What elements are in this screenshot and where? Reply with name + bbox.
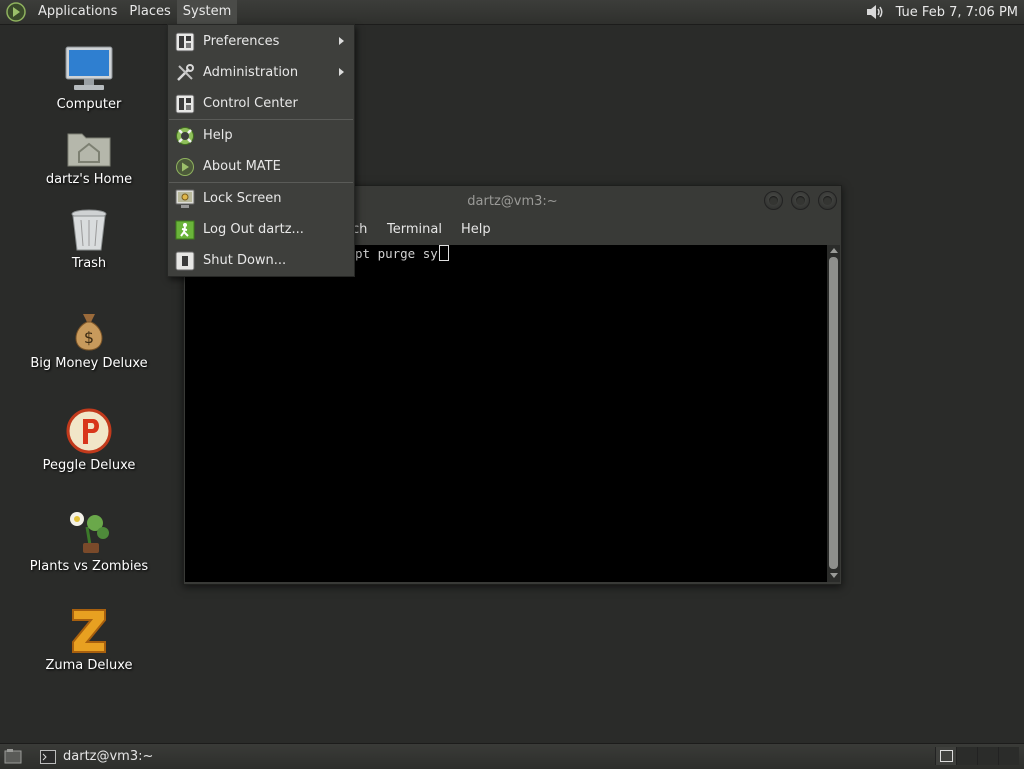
submenu-arrow-icon bbox=[339, 37, 344, 45]
text-cursor bbox=[438, 245, 449, 261]
workspace-3[interactable] bbox=[977, 747, 998, 765]
desktop-icon-label: Plants vs Zombies bbox=[29, 559, 149, 574]
notification-area: Tue Feb 7, 7:06 PM bbox=[864, 0, 1024, 24]
top-panel: Applications Places System Tue Feb 7, 7:… bbox=[0, 0, 1024, 25]
taskbar-item-label: dartz@vm3:~ bbox=[63, 749, 154, 764]
scroll-down-arrow-icon[interactable] bbox=[830, 573, 838, 578]
desktop-icon-home[interactable]: dartz's Home bbox=[19, 128, 159, 187]
speaker-icon[interactable] bbox=[864, 2, 886, 22]
workspace-1[interactable] bbox=[935, 747, 956, 765]
menu-item-label: Preferences bbox=[203, 34, 280, 49]
submenu-arrow-icon bbox=[339, 68, 344, 76]
desktop-icon-computer[interactable]: Computer bbox=[19, 45, 159, 112]
minimize-button[interactable] bbox=[764, 191, 783, 210]
mate-logo-icon[interactable] bbox=[6, 2, 26, 22]
zuma-icon bbox=[72, 609, 106, 653]
mate-about-icon bbox=[176, 158, 194, 176]
plants-vs-zombies-icon bbox=[70, 512, 109, 553]
menu-item-label: Shut Down... bbox=[203, 253, 287, 268]
menu-item-preferences[interactable]: Preferences bbox=[168, 26, 354, 56]
preferences-icon bbox=[175, 32, 195, 52]
show-desktop-icon[interactable] bbox=[4, 748, 22, 764]
scroll-thumb[interactable] bbox=[829, 257, 838, 569]
desktop-icon-label: Big Money Deluxe bbox=[30, 356, 148, 371]
terminal-command-text: pt purge sy bbox=[355, 246, 438, 261]
menu-item-control-center[interactable]: Control Center bbox=[168, 88, 354, 118]
menu-item-help[interactable]: Help bbox=[168, 120, 354, 150]
menu-item-label: Control Center bbox=[203, 96, 298, 111]
menu-item-label: Help bbox=[203, 128, 233, 143]
places-menu[interactable]: Places bbox=[123, 0, 176, 24]
terminal-scrollbar[interactable] bbox=[827, 245, 840, 582]
computer-icon bbox=[65, 46, 113, 90]
shut-down-icon bbox=[175, 251, 195, 271]
desktop-icon-label: Trash bbox=[71, 256, 107, 271]
menu-item-label: Administration bbox=[203, 65, 299, 80]
money-bag-icon: $ bbox=[75, 314, 103, 351]
workspace-2[interactable] bbox=[956, 747, 977, 765]
administration-icon bbox=[177, 64, 194, 81]
workspace-switcher[interactable] bbox=[935, 747, 1021, 766]
menu-item-lock-screen[interactable]: Lock Screen bbox=[168, 183, 354, 213]
desktop-icon-peggle[interactable]: Peggle Deluxe bbox=[19, 408, 159, 473]
desktop-icon-label: dartz's Home bbox=[45, 172, 133, 187]
menu-item-administration[interactable]: Administration bbox=[168, 57, 354, 87]
terminal-menu[interactable]: Terminal bbox=[387, 222, 442, 237]
log-out-icon bbox=[175, 220, 195, 240]
workspace-4[interactable] bbox=[998, 747, 1019, 765]
system-menu[interactable]: System bbox=[176, 0, 238, 24]
desktop-icon-big-money[interactable]: $ Big Money Deluxe bbox=[19, 310, 159, 371]
trash-icon bbox=[71, 209, 107, 251]
window-thumbnail bbox=[939, 750, 953, 762]
desktop-icon-trash[interactable]: Trash bbox=[19, 208, 159, 271]
desktop-icon-label: Computer bbox=[56, 97, 122, 112]
close-button[interactable] bbox=[818, 191, 837, 210]
help-menu[interactable]: Help bbox=[461, 222, 491, 237]
menu-item-label: About MATE bbox=[203, 159, 281, 174]
menu-item-label: Log Out dartz... bbox=[203, 222, 304, 237]
desktop-icon-label: Peggle Deluxe bbox=[42, 458, 136, 473]
peggle-icon bbox=[66, 408, 112, 454]
menu-item-shut-down[interactable]: Shut Down... bbox=[168, 245, 354, 275]
clock[interactable]: Tue Feb 7, 7:06 PM bbox=[896, 5, 1018, 20]
svg-text:$: $ bbox=[84, 328, 94, 347]
menu-item-label: Lock Screen bbox=[203, 191, 282, 206]
home-folder-icon bbox=[67, 133, 111, 167]
terminal-screen[interactable]: pt purge sy bbox=[185, 245, 827, 582]
scroll-up-arrow-icon[interactable] bbox=[830, 248, 838, 253]
desktop-icon-zuma[interactable]: Zuma Deluxe bbox=[19, 606, 159, 673]
lock-screen-icon bbox=[175, 189, 195, 208]
maximize-button[interactable] bbox=[791, 191, 810, 210]
applications-menu[interactable]: Applications bbox=[32, 0, 123, 24]
menu-item-log-out[interactable]: Log Out dartz... bbox=[168, 214, 354, 244]
terminal-icon bbox=[40, 749, 56, 764]
control-center-icon bbox=[175, 94, 195, 114]
system-dropdown-menu: Preferences Administration Control Cente… bbox=[167, 24, 355, 277]
desktop-icon-label: Zuma Deluxe bbox=[45, 658, 133, 673]
bottom-panel: dartz@vm3:~ bbox=[0, 743, 1024, 769]
help-lifebuoy-icon bbox=[176, 127, 194, 145]
menu-item-about-mate[interactable]: About MATE bbox=[168, 151, 354, 181]
desktop-icon-pvz[interactable]: Plants vs Zombies bbox=[19, 507, 159, 574]
taskbar-terminal-button[interactable]: dartz@vm3:~ bbox=[36, 746, 153, 767]
